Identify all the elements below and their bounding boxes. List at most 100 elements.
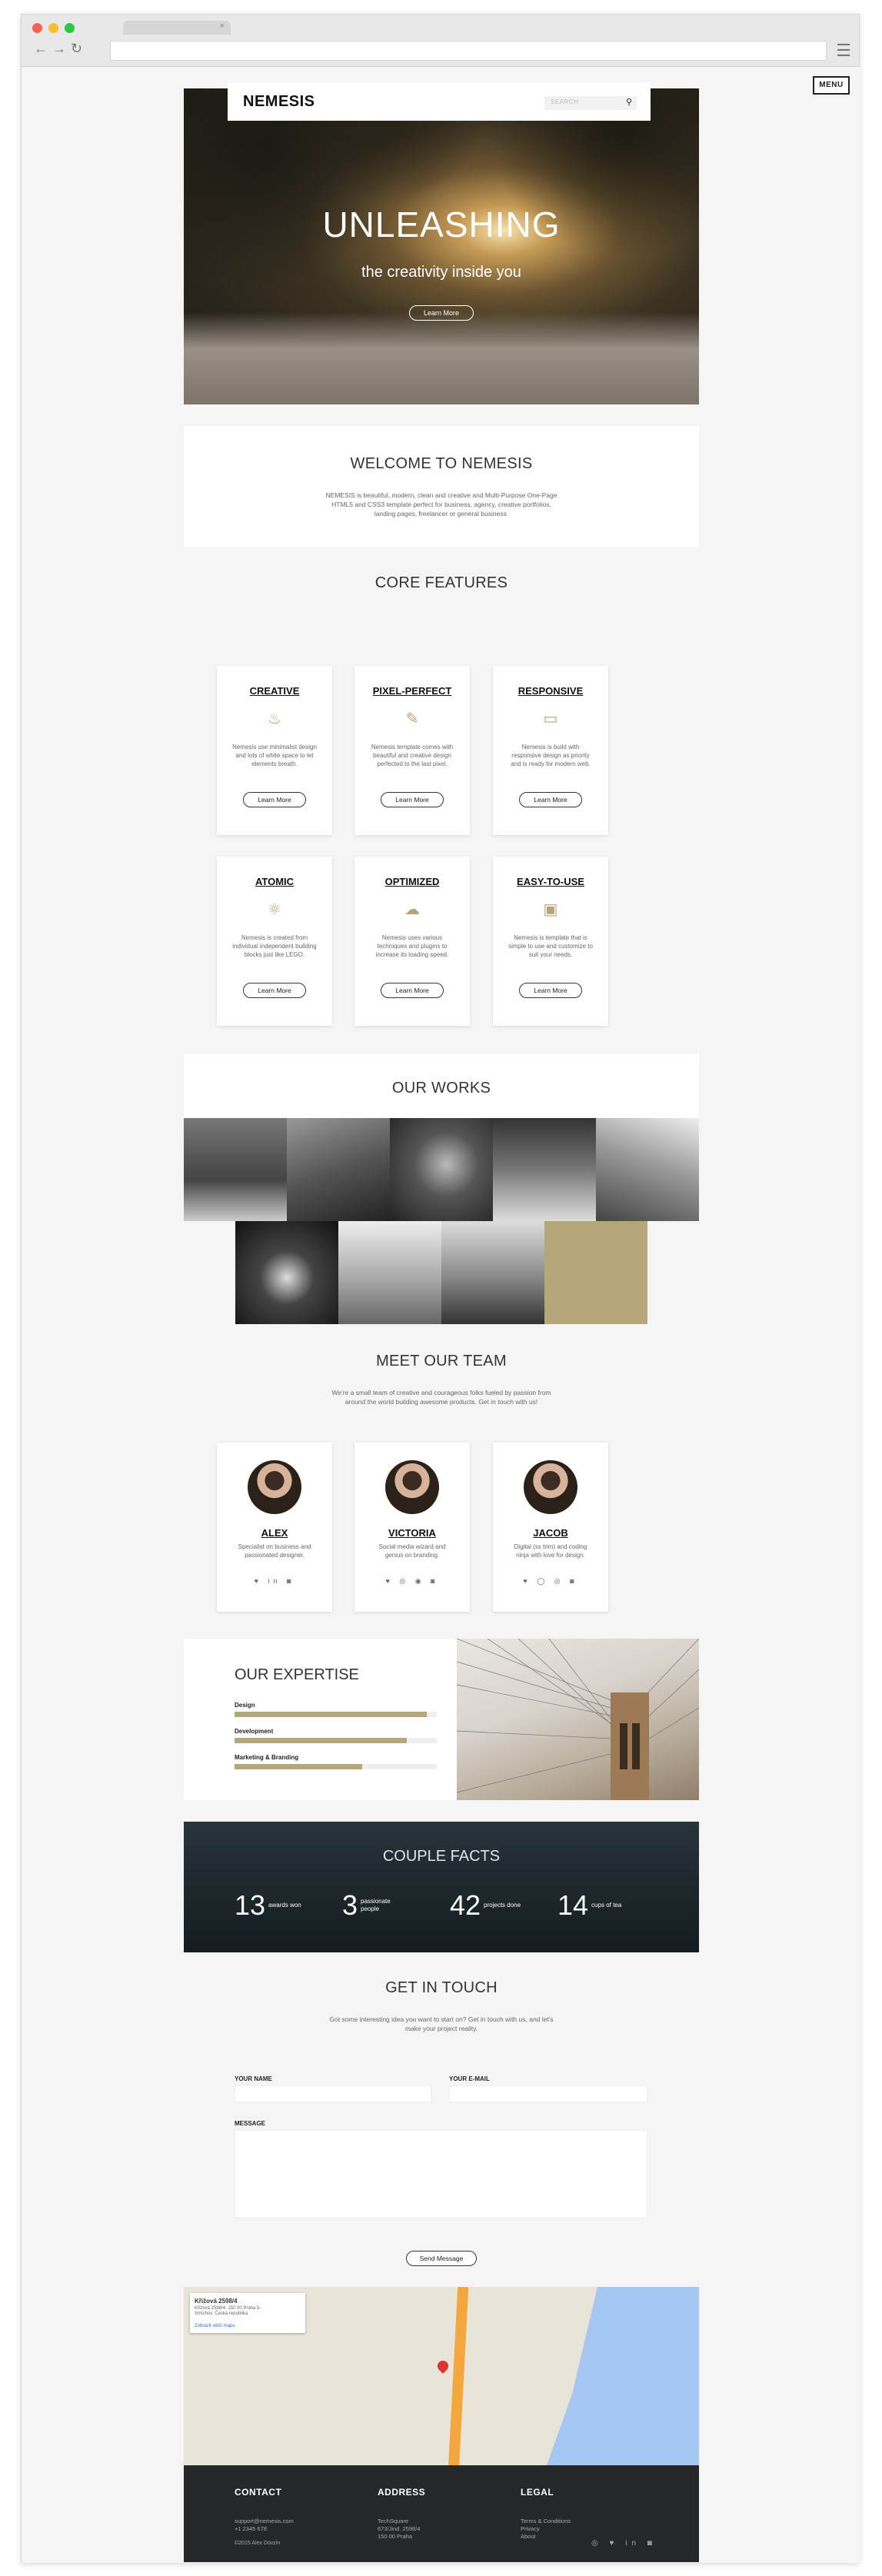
facts-title: COUPLE FACTS	[382, 1848, 501, 1865]
close-window-icon[interactable]	[32, 23, 42, 33]
hero-learn-more-button[interactable]: Learn More	[409, 305, 474, 321]
fact-label: passionate people	[361, 1898, 391, 1912]
feature-learn-more-button[interactable]: Learn More	[519, 792, 582, 807]
feature-learn-more-button[interactable]: Learn More	[243, 983, 306, 998]
member-name[interactable]: VICTORIA	[354, 1527, 470, 1539]
name-field[interactable]	[235, 2085, 431, 2102]
feature-card: ATOMIC ⚛ Nemesis is created from individua…	[217, 857, 332, 1026]
member-social-icons[interactable]: ♥ ◯ ◎ ◙	[493, 1577, 608, 1586]
skill-fill	[235, 1764, 362, 1769]
feature-learn-more-button[interactable]: Learn More	[243, 792, 306, 807]
expertise-title: OUR EXPERTISE	[235, 1666, 359, 1683]
send-message-button[interactable]: Send Message	[406, 2251, 477, 2266]
map-pin-icon[interactable]	[435, 2358, 451, 2374]
browser-tab[interactable]: ×	[123, 21, 231, 35]
skill-track	[235, 1712, 437, 1717]
member-description: Specialist on business and passionated d…	[238, 1543, 311, 1559]
footer-copyright: ©2015 Alex Dovzin	[235, 2541, 281, 2546]
member-social-icons[interactable]: ♥ in ◙	[217, 1577, 332, 1585]
skill-track	[235, 1764, 437, 1769]
fact-item: 42 projects done	[450, 1889, 522, 1922]
footer-contact: CONTACT support@nemesis.com +1 2345 678	[235, 2487, 294, 2533]
header-bar: NEMESIS SEARCH ⚲	[228, 82, 651, 121]
work-image[interactable]	[441, 1221, 544, 1324]
address-bar[interactable]	[110, 41, 827, 61]
footer-legal-links[interactable]: Terms & Conditions Privacy About	[521, 2518, 571, 2541]
works-section: OUR WORKS	[184, 1053, 699, 1118]
team-subtitle: We're a small team of creative and coura…	[331, 1389, 551, 1406]
work-image[interactable]	[287, 1118, 390, 1221]
map-section[interactable]: Křižová 2598/4 Křižová 2598/4, 150 00 Pr…	[184, 2287, 699, 2465]
skill-fill	[235, 1738, 407, 1743]
fact-number: 14	[557, 1889, 589, 1921]
member-name[interactable]: ALEX	[217, 1527, 332, 1539]
footer-social-icons[interactable]: ◎ ♥ in ◙	[591, 2539, 657, 2548]
feature-learn-more-button[interactable]: Learn More	[381, 983, 444, 998]
devices-icon: ▭	[543, 711, 558, 727]
map-larger-link[interactable]: Zobrazit větší mapu	[195, 2324, 235, 2328]
member-description: Digital (ss trim) and coding ninja with …	[514, 1543, 587, 1559]
footer-address-title: ADDRESS	[378, 2487, 426, 2498]
email-label: YOUR E-MAIL	[449, 2075, 490, 2082]
hero-title: UNLEASHING	[322, 205, 561, 245]
footer-legal: LEGAL Terms & Conditions Privacy About	[521, 2487, 571, 2541]
search-placeholder: SEARCH	[551, 98, 579, 105]
lightbulb-icon: ♨	[268, 711, 281, 727]
cloud-icon: ☁	[404, 901, 420, 918]
map-address: Křižová 2598/4, 150 00 Praha 5-Smíchov, …	[195, 2306, 261, 2316]
hero-section: UNLEASHING the creativity inside you Lea…	[184, 88, 699, 404]
feature-text: Nemesis is build with responsive design …	[511, 744, 591, 767]
feature-learn-more-button[interactable]: Learn More	[381, 792, 444, 807]
work-image[interactable]	[390, 1118, 493, 1221]
team-title: MEET OUR TEAM	[376, 1353, 507, 1370]
feature-title: CREATIVE	[249, 685, 300, 697]
footer: CONTACT support@nemesis.com +1 2345 678 …	[184, 2465, 699, 2562]
bridge-image	[457, 1639, 699, 1800]
menu-button[interactable]: MENU	[813, 76, 850, 95]
work-image[interactable]	[596, 1118, 699, 1221]
browser-nav-icons[interactable]: ←→↻	[34, 41, 87, 57]
search-icon[interactable]: ⚲	[626, 97, 632, 107]
maximize-window-icon[interactable]	[65, 23, 75, 33]
works-title: OUR WORKS	[391, 1080, 491, 1097]
work-image[interactable]	[493, 1118, 596, 1221]
feature-learn-more-button[interactable]: Learn More	[519, 983, 582, 998]
work-image-accent[interactable]	[544, 1221, 647, 1324]
image-icon: ▣	[543, 901, 558, 918]
feature-text: Nemesis use minimalist design and lots o…	[232, 744, 317, 767]
page: MENU UNLEASHING the creativity inside yo…	[22, 67, 860, 2563]
welcome-title: WELCOME TO NEMESIS	[350, 455, 533, 472]
skill-label: Development	[235, 1728, 274, 1735]
feature-card: EASY-TO-USE ▣ Nemesis is template that is …	[493, 857, 608, 1026]
welcome-section: WELCOME TO NEMESIS NEMESIS is beautiful,…	[184, 426, 699, 547]
skill-bar: Design	[235, 1702, 437, 1717]
minimize-window-icon[interactable]	[48, 23, 58, 33]
member-name[interactable]: JACOB	[493, 1527, 608, 1539]
works-gallery	[184, 1118, 699, 1324]
feature-card: OPTIMIZED ☁ Nemesis uses various technique…	[354, 857, 470, 1026]
hero-subtitle: the creativity inside you	[361, 264, 521, 281]
work-image[interactable]	[338, 1221, 441, 1324]
work-image[interactable]	[235, 1221, 338, 1324]
feature-title: ATOMIC	[255, 876, 295, 887]
core-features-title: CORE FEATURES	[374, 574, 508, 591]
logo[interactable]: NEMESIS	[243, 93, 315, 111]
fact-item: 13 awards won	[235, 1889, 307, 1922]
close-tab-icon[interactable]: ×	[220, 22, 225, 31]
expertise-panel: OUR EXPERTISE Design Development Marketing…	[184, 1639, 457, 1800]
fact-number: 3	[342, 1889, 358, 1921]
skill-bar: Marketing & Branding	[235, 1754, 437, 1769]
email-field[interactable]	[449, 2085, 647, 2102]
message-field[interactable]	[235, 2130, 647, 2218]
member-social-icons[interactable]: ♥ ◎ ◉ ◙	[354, 1577, 470, 1586]
name-label: YOUR NAME	[235, 2075, 272, 2082]
contact-subtitle: Got some interesting idea you want to st…	[329, 2015, 554, 2032]
map-info-card: Křižová 2598/4 Křižová 2598/4, 150 00 Pr…	[190, 2293, 305, 2333]
work-image[interactable]	[184, 1118, 287, 1221]
map-road	[448, 2287, 469, 2465]
footer-contact-text: support@nemesis.com +1 2345 678	[235, 2518, 294, 2532]
browser-menu-icon[interactable]: ☰	[836, 41, 851, 61]
avatar	[248, 1460, 301, 1514]
fact-number: 13	[235, 1889, 266, 1921]
search-input[interactable]: SEARCH ⚲	[544, 96, 637, 110]
